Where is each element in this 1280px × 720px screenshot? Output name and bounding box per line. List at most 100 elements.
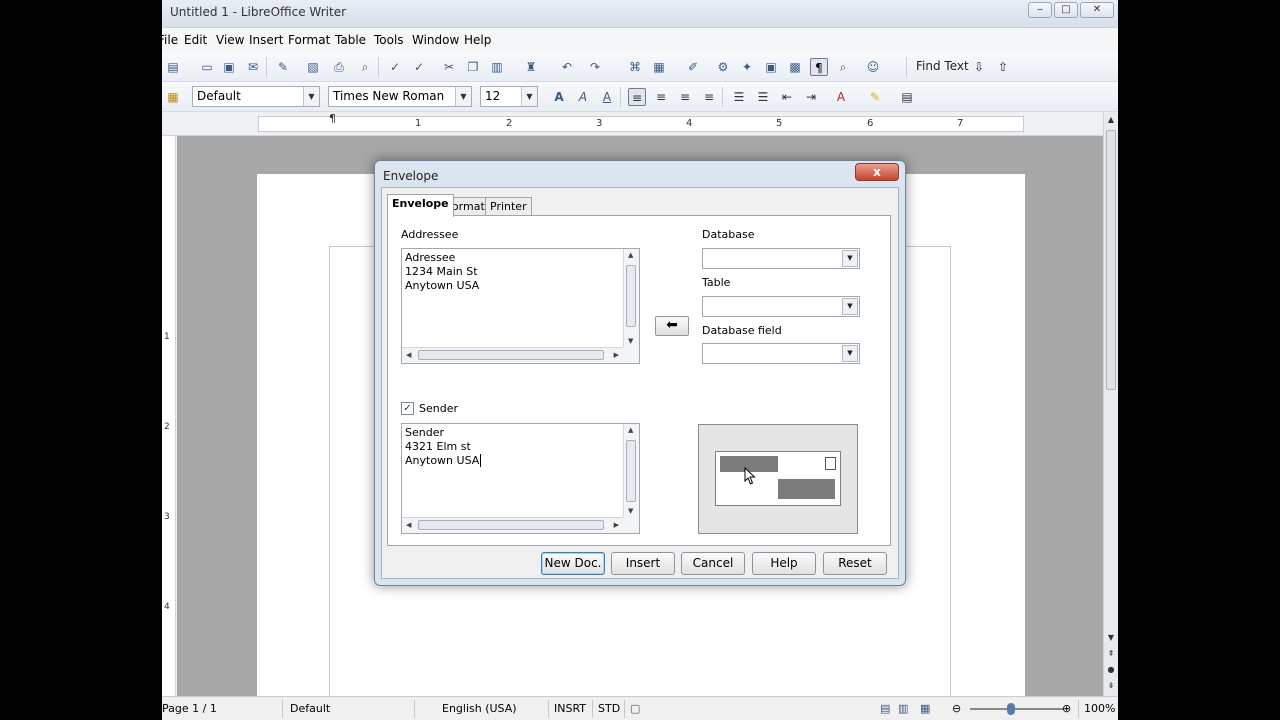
export-pdf-icon[interactable]: ▧	[304, 58, 322, 76]
save-icon[interactable]: ▣	[220, 58, 238, 76]
table-combo[interactable]: ▼	[702, 296, 860, 317]
navigation-icon[interactable]: ●	[1105, 664, 1117, 676]
print-icon[interactable]: ⎙	[330, 58, 348, 76]
new-document-icon[interactable]: ▤	[164, 58, 182, 76]
hyperlink-icon[interactable]: ⌘	[626, 58, 644, 76]
reset-button[interactable]: Reset	[823, 552, 887, 575]
scroll-up-icon[interactable]: ▲	[1105, 114, 1117, 126]
italic-icon[interactable]: A	[574, 88, 592, 106]
redo-icon[interactable]: ↷	[586, 58, 604, 76]
spelling-icon[interactable]: ✓	[386, 58, 404, 76]
background-color-icon[interactable]: ▤	[898, 88, 916, 106]
open-icon[interactable]: ▭	[198, 58, 216, 76]
increase-indent-icon[interactable]: ⇥	[802, 88, 820, 106]
zoom-in-icon[interactable]: ⊕	[1062, 702, 1071, 715]
cancel-button[interactable]: Cancel	[681, 552, 745, 575]
chevron-down-icon[interactable]: ▼	[842, 298, 858, 315]
insert-field-button[interactable]: ⬅	[655, 316, 689, 336]
edit-file-icon[interactable]: ✎	[274, 58, 292, 76]
tab-envelope[interactable]: Envelope	[387, 194, 454, 217]
gallery-icon[interactable]: ▣	[762, 58, 780, 76]
multi-page-view-icon[interactable]: ▥	[898, 702, 908, 715]
autocheck-icon[interactable]: ✓	[410, 58, 428, 76]
sender-vertical-scrollbar[interactable]: ▲ ▼	[623, 424, 639, 517]
font-size-combo[interactable]: 12 ▼	[480, 86, 538, 107]
menu-view[interactable]: View	[216, 33, 244, 47]
undo-icon[interactable]: ↶	[558, 58, 576, 76]
maximize-button[interactable]: □	[1054, 2, 1078, 18]
sender-textbox[interactable]: Sender 4321 Elm st Anytown USA ▲ ▼ ◀ ▶	[401, 423, 640, 534]
underline-icon[interactable]: A	[598, 88, 616, 106]
find-next-icon[interactable]: ⇩	[970, 58, 988, 76]
zoom-icon[interactable]: ⌕	[834, 58, 852, 76]
single-page-view-icon[interactable]: ▤	[880, 702, 890, 715]
copy-icon[interactable]: ❐	[464, 58, 482, 76]
document-scrollbar[interactable]: ▲ ▼ ⇞ ● ⇟	[1103, 112, 1118, 696]
chevron-down-icon[interactable]: ▼	[521, 87, 537, 106]
tab-printer[interactable]: Printer	[485, 197, 532, 216]
help-agent-icon[interactable]: ☺	[864, 58, 882, 76]
zoom-slider-track[interactable]	[970, 708, 1064, 710]
align-right-icon[interactable]: ≡	[676, 88, 694, 106]
minimize-button[interactable]: ‒	[1028, 2, 1052, 18]
find-previous-icon[interactable]: ⇧	[994, 58, 1012, 76]
decrease-indent-icon[interactable]: ⇤	[778, 88, 796, 106]
menu-insert[interactable]: Insert	[249, 33, 283, 47]
font-color-icon[interactable]: A	[832, 88, 850, 106]
language-indicator[interactable]: English (USA)	[442, 702, 517, 715]
menu-format[interactable]: Format	[288, 33, 330, 47]
previous-page-icon[interactable]: ⇞	[1105, 648, 1117, 660]
styles-icon[interactable]: ▦	[164, 88, 182, 106]
menu-edit[interactable]: Edit	[184, 33, 207, 47]
help-button[interactable]: Help	[752, 552, 816, 575]
insert-mode[interactable]: INSRT	[554, 702, 586, 715]
find-replace-icon[interactable]: ⚙	[714, 58, 732, 76]
justify-icon[interactable]: ≡	[700, 88, 718, 106]
draw-functions-icon[interactable]: ✐	[684, 58, 702, 76]
new-doc-button[interactable]: New Doc.	[541, 552, 605, 575]
addressee-vertical-scrollbar[interactable]: ▲ ▼	[623, 249, 639, 347]
addressee-textbox[interactable]: Adressee 1234 Main St Anytown USA ▲ ▼ ◀ …	[401, 248, 640, 364]
sender-horizontal-scrollbar[interactable]: ◀ ▶	[402, 517, 623, 533]
menu-table[interactable]: Table	[335, 33, 366, 47]
vertical-ruler[interactable]: 1 2 3 4	[162, 136, 176, 696]
chevron-down-icon[interactable]: ▼	[842, 345, 858, 362]
dialog-close-button[interactable]: x	[855, 163, 899, 181]
chevron-down-icon[interactable]: ▼	[842, 250, 858, 267]
menu-help[interactable]: Help	[464, 33, 491, 47]
zoom-slider-thumb[interactable]	[1007, 703, 1015, 715]
close-window-button[interactable]: ✕	[1080, 2, 1114, 18]
clone-formatting-icon[interactable]: ♜	[522, 58, 540, 76]
database-field-combo[interactable]: ▼	[702, 343, 860, 364]
font-name-combo[interactable]: Times New Roman ▼	[328, 86, 472, 107]
database-combo[interactable]: ▼	[702, 248, 860, 269]
cut-icon[interactable]: ✂	[440, 58, 458, 76]
horizontal-ruler[interactable]: 1 2 3 4 5 6 7	[162, 112, 1118, 136]
email-icon[interactable]: ✉	[244, 58, 262, 76]
next-page-icon[interactable]: ⇟	[1105, 680, 1117, 692]
menu-tools[interactable]: Tools	[374, 33, 404, 47]
chevron-down-icon[interactable]: ▼	[455, 87, 471, 106]
paragraph-style-combo[interactable]: Default ▼	[192, 86, 320, 107]
navigator-icon[interactable]: ✦	[738, 58, 756, 76]
formatting-marks-icon[interactable]: ¶	[810, 58, 828, 76]
paste-icon[interactable]: ▥	[488, 58, 506, 76]
sender-checkbox[interactable]: ✓	[401, 402, 414, 415]
data-sources-icon[interactable]: ▩	[786, 58, 804, 76]
numbering-icon[interactable]: ☰	[730, 88, 748, 106]
align-left-icon[interactable]: ≡	[628, 88, 646, 106]
book-view-icon[interactable]: ▦	[920, 702, 930, 715]
page-indicator[interactable]: Page 1 / 1	[162, 702, 217, 715]
scroll-down-icon[interactable]: ▼	[1105, 632, 1117, 644]
scrollbar-thumb[interactable]	[1106, 130, 1116, 390]
addressee-horizontal-scrollbar[interactable]: ◀ ▶	[402, 347, 623, 363]
bold-icon[interactable]: A	[550, 88, 568, 106]
zoom-level[interactable]: 100%	[1084, 702, 1115, 715]
print-preview-icon[interactable]: ⌕	[356, 58, 374, 76]
chevron-down-icon[interactable]: ▼	[303, 87, 319, 106]
insert-button[interactable]: Insert	[611, 552, 675, 575]
selection-mode[interactable]: STD	[598, 702, 620, 715]
menu-file[interactable]: File	[162, 33, 178, 47]
highlight-icon[interactable]: ✎	[866, 88, 884, 106]
menu-window[interactable]: Window	[412, 33, 459, 47]
